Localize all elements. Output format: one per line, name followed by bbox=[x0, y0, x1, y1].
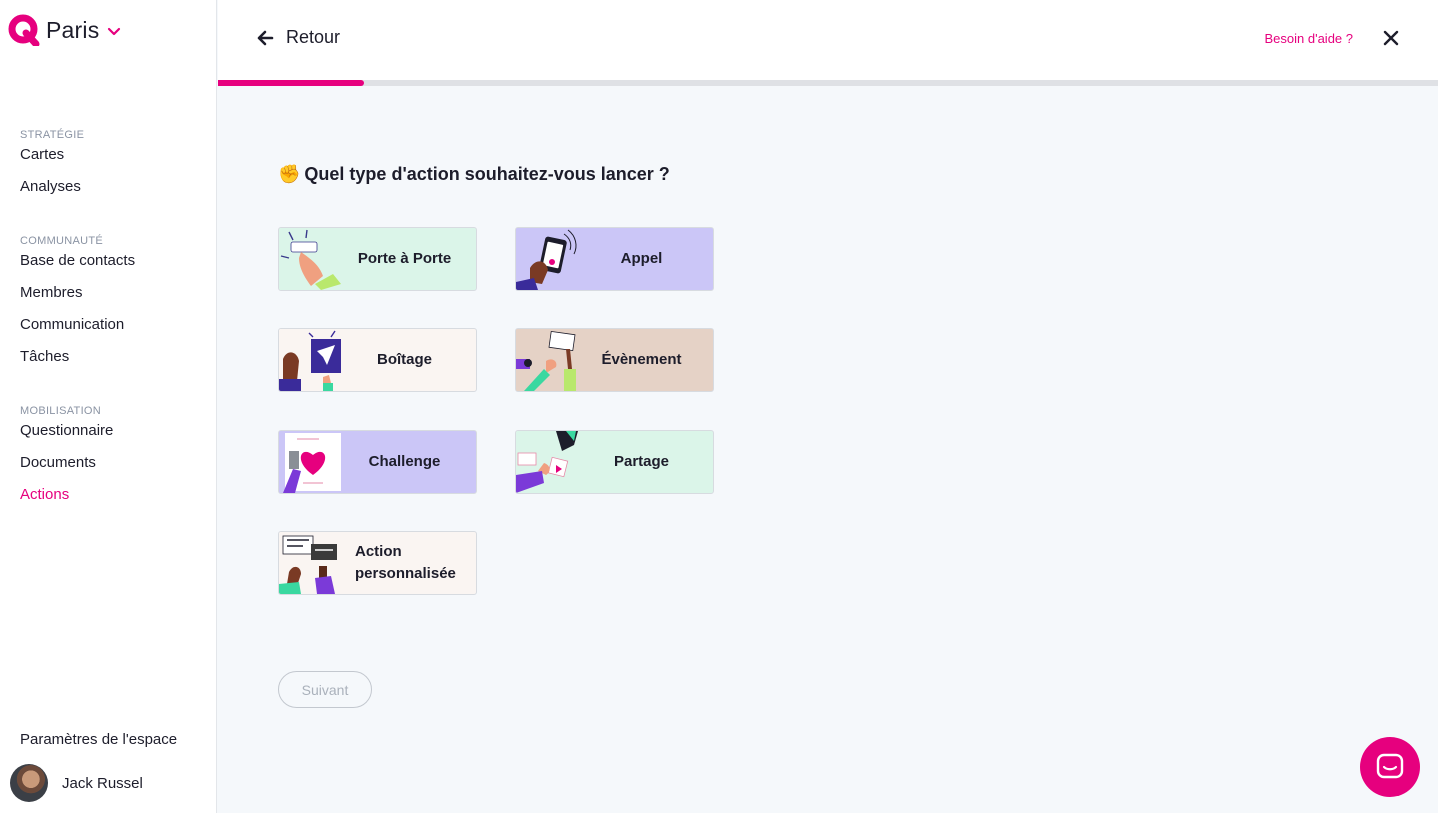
action-card-label: Porte à Porte bbox=[357, 250, 452, 267]
sidebar-item-taches[interactable]: Tâches bbox=[20, 341, 135, 373]
avatar bbox=[10, 764, 48, 802]
action-card-label: Partage bbox=[613, 453, 670, 470]
phone-call-illustration-icon bbox=[516, 228, 578, 290]
action-card-action-personnalisee[interactable]: Action personnalisée bbox=[278, 531, 477, 595]
chat-icon bbox=[1376, 753, 1404, 779]
fist-emoji-icon: ✊ bbox=[278, 164, 301, 184]
progress-bar bbox=[218, 80, 1438, 86]
next-button[interactable]: Suivant bbox=[278, 671, 372, 708]
workspace-switcher[interactable]: Paris bbox=[8, 14, 121, 46]
user-name: Jack Russel bbox=[62, 774, 143, 792]
question-text: Quel type d'action souhaitez-vous lancer… bbox=[304, 164, 670, 184]
action-card-label: Évènement bbox=[601, 351, 682, 368]
chat-launcher-button[interactable] bbox=[1360, 737, 1420, 797]
sidebar-item-communication[interactable]: Communication bbox=[20, 309, 135, 341]
logo-icon bbox=[8, 14, 40, 46]
help-link[interactable]: Besoin d'aide ? bbox=[1265, 31, 1354, 46]
nav-section-communaute: COMMUNAUTÉ Base de contacts Membres Comm… bbox=[20, 234, 135, 373]
event-illustration-icon bbox=[516, 329, 578, 391]
workspace-settings-link[interactable]: Paramètres de l'espace bbox=[20, 731, 177, 748]
workspace-name: Paris bbox=[46, 16, 100, 43]
nav-section-mobilisation: MOBILISATION Questionnaire Documents Act… bbox=[20, 404, 113, 511]
action-card-label: Action personnalisée bbox=[355, 543, 456, 582]
action-card-label: Challenge bbox=[368, 453, 441, 470]
top-bar: Retour Besoin d'aide ? bbox=[218, 0, 1438, 80]
action-card-boitage[interactable]: Boîtage bbox=[278, 328, 477, 392]
action-card-label: Boîtage bbox=[376, 351, 432, 368]
mailbox-illustration-icon bbox=[279, 329, 341, 391]
sidebar-item-actions[interactable]: Actions bbox=[20, 479, 113, 511]
action-card-label: Appel bbox=[620, 250, 663, 267]
back-label: Retour bbox=[286, 27, 341, 47]
back-button[interactable]: Retour bbox=[256, 27, 340, 48]
action-card-evenement[interactable]: Évènement bbox=[515, 328, 714, 392]
custom-action-illustration-icon bbox=[279, 532, 341, 594]
sidebar-item-documents[interactable]: Documents bbox=[20, 447, 113, 479]
sidebar-item-analyses[interactable]: Analyses bbox=[20, 171, 84, 203]
sidebar-item-membres[interactable]: Membres bbox=[20, 277, 135, 309]
door-to-door-illustration-icon bbox=[279, 228, 341, 290]
progress-fill bbox=[218, 80, 365, 86]
sidebar-item-base-de-contacts[interactable]: Base de contacts bbox=[20, 245, 135, 277]
arrow-left-icon bbox=[257, 30, 274, 45]
sidebar-item-questionnaire[interactable]: Questionnaire bbox=[20, 415, 113, 447]
action-card-porte-a-porte[interactable]: Porte à Porte bbox=[278, 227, 477, 291]
action-card-challenge[interactable]: Challenge bbox=[278, 430, 477, 494]
close-icon[interactable] bbox=[1382, 29, 1400, 47]
sidebar: Paris STRATÉGIE Cartes Analyses COMMUNAU… bbox=[0, 0, 217, 813]
question-title: ✊ Quel type d'action souhaitez-vous lanc… bbox=[278, 164, 670, 185]
action-card-appel[interactable]: Appel bbox=[515, 227, 714, 291]
challenge-illustration-icon bbox=[279, 431, 341, 493]
chevron-down-icon bbox=[108, 27, 121, 36]
action-card-partage[interactable]: Partage bbox=[515, 430, 714, 494]
sidebar-item-cartes[interactable]: Cartes bbox=[20, 139, 84, 171]
share-illustration-icon bbox=[516, 431, 578, 493]
user-profile[interactable]: Jack Russel bbox=[10, 764, 143, 802]
nav-section-strategie: STRATÉGIE Cartes Analyses bbox=[20, 128, 84, 203]
